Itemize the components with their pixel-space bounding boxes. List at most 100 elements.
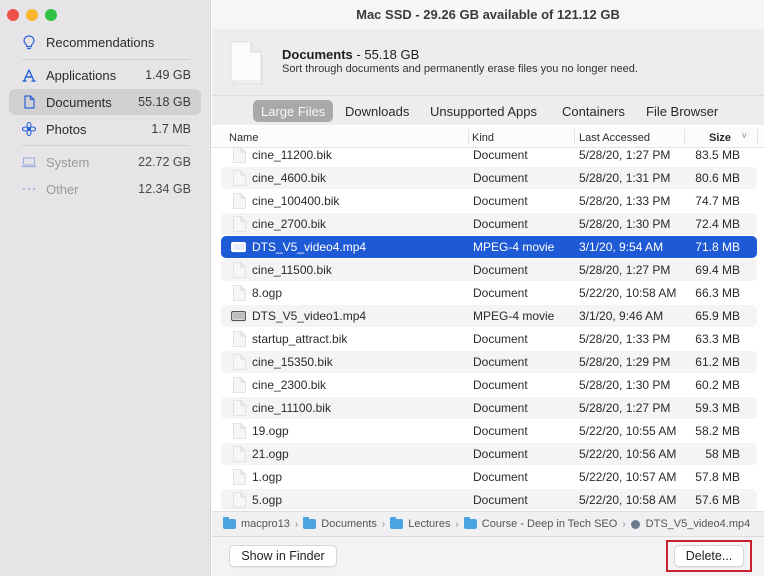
file-size: 71.8 MB <box>695 240 740 254</box>
sidebar-item-label: Documents <box>46 94 112 110</box>
file-size: 61.2 MB <box>695 355 740 369</box>
file-last-accessed: 5/22/20, 10:55 AM <box>579 424 677 438</box>
column-header-name[interactable]: Name <box>229 132 258 144</box>
delete-button[interactable]: Delete... <box>674 545 744 567</box>
path-crumb[interactable]: Lectures <box>390 517 450 530</box>
path-crumb[interactable]: Course - Deep in Tech SEO <box>463 517 617 530</box>
table-row[interactable]: 8.ogp Document 5/22/20, 10:58 AM 66.3 MB <box>221 282 757 304</box>
document-file-icon <box>233 354 246 370</box>
file-kind: Document <box>473 148 528 162</box>
folder-icon <box>463 517 477 529</box>
close-window-button[interactable] <box>7 9 19 21</box>
document-file-icon <box>233 170 246 186</box>
sidebar-divider <box>22 145 190 146</box>
table-row[interactable]: 19.ogp Document 5/22/20, 10:55 AM 58.2 MB <box>221 420 757 442</box>
sidebar-item-applications[interactable]: Applications 1.49 GB <box>9 62 201 88</box>
file-size: 57.6 MB <box>695 493 740 507</box>
document-file-icon <box>233 216 246 232</box>
sidebar-item-other[interactable]: Other 12.34 GB <box>9 176 201 202</box>
file-kind: Document <box>473 355 528 369</box>
document-file-icon <box>233 400 246 416</box>
table-header: Name Kind Last Accessed Size ∨ <box>212 126 764 148</box>
sidebar: Recommendations Applications 1.49 GB Doc… <box>0 0 211 576</box>
tab-large-files[interactable]: Large Files <box>253 100 334 122</box>
table-row[interactable]: cine_15350.bik Document 5/28/20, 1:29 PM 61… <box>221 351 757 373</box>
applications-icon <box>19 68 39 82</box>
main-panel: Mac SSD - 29.26 GB available of 121.12 G… <box>212 0 764 576</box>
tab-containers[interactable]: Containers <box>554 100 633 122</box>
sort-descending-icon[interactable]: ∨ <box>741 130 748 141</box>
path-crumb[interactable]: macpro13 <box>223 517 290 530</box>
table-row[interactable]: 5.ogp Document 5/22/20, 10:58 AM 57.6 MB <box>221 489 757 510</box>
column-divider[interactable] <box>684 129 685 145</box>
show-in-finder-button[interactable]: Show in Finder <box>229 545 337 567</box>
table-row[interactable]: 1.ogp Document 5/22/20, 10:57 AM 57.8 MB <box>221 466 757 488</box>
file-size: 58.2 MB <box>695 424 740 438</box>
file-size: 60.2 MB <box>695 378 740 392</box>
file-kind: Document <box>473 286 528 300</box>
sidebar-item-label: System <box>46 154 90 170</box>
minimize-window-button[interactable] <box>26 9 38 21</box>
file-name: 1.ogp <box>252 470 283 484</box>
home-folder-icon <box>223 517 236 529</box>
column-header-size[interactable]: Size <box>709 132 731 144</box>
table-row[interactable]: cine_100400.bik Document 5/28/20, 1:33 PM 7… <box>221 190 757 212</box>
column-header-last-accessed[interactable]: Last Accessed <box>579 132 650 144</box>
file-kind: Document <box>473 378 528 392</box>
table-row[interactable]: cine_11100.bik Document 5/28/20, 1:27 PM 59… <box>221 397 757 419</box>
category-header: Documents - 55.18 GB Sort through docume… <box>212 29 764 95</box>
tab-file-browser[interactable]: File Browser <box>638 100 726 122</box>
table-row[interactable]: DTS_V5_video1.mp4 MPEG-4 movie 3/1/20, 9:4… <box>221 305 757 327</box>
file-last-accessed: 5/28/20, 1:30 PM <box>579 378 671 392</box>
file-kind: Document <box>473 332 528 346</box>
sidebar-item-system[interactable]: System 22.72 GB <box>9 149 201 175</box>
path-crumb[interactable]: DTS_V5_video4.mp4 <box>630 518 751 530</box>
column-divider <box>757 129 758 145</box>
sidebar-item-size: 1.49 GB <box>145 68 191 82</box>
laptop-icon <box>19 156 39 168</box>
table-row[interactable]: cine_11500.bik Document 5/28/20, 1:27 PM 69… <box>221 259 757 281</box>
file-size: 63.3 MB <box>695 332 740 346</box>
table-row[interactable]: startup_attract.bik Document 5/28/20, 1:33… <box>221 328 757 350</box>
document-file-icon <box>233 446 246 462</box>
tab-downloads[interactable]: Downloads <box>337 100 417 122</box>
zoom-window-button[interactable] <box>45 9 57 21</box>
file-list[interactable]: cine_11200.bik Document 5/28/20, 1:27 PM 83… <box>212 148 764 510</box>
table-row[interactable]: cine_11200.bik Document 5/28/20, 1:27 PM 83… <box>221 148 757 166</box>
folder-icon <box>390 517 404 529</box>
sidebar-item-label: Applications <box>46 67 117 83</box>
path-crumb-label: DTS_V5_video4.mp4 <box>645 518 751 530</box>
table-row-selected[interactable]: DTS_V5_video4.mp4 MPEG-4 movie 3/1/20, 9:5… <box>221 236 757 258</box>
file-last-accessed: 3/1/20, 9:46 AM <box>579 309 664 323</box>
file-size: 65.9 MB <box>695 309 740 323</box>
file-last-accessed: 5/28/20, 1:27 PM <box>579 401 671 415</box>
table-row[interactable]: cine_2300.bik Document 5/28/20, 1:30 PM 60.… <box>221 374 757 396</box>
file-size: 59.3 MB <box>695 401 740 415</box>
table-row[interactable]: cine_2700.bik Document 5/28/20, 1:30 PM 72.… <box>221 213 757 235</box>
table-row[interactable]: cine_4600.bik Document 5/28/20, 1:31 PM 80.… <box>221 167 757 189</box>
document-file-icon <box>233 193 246 209</box>
column-divider[interactable] <box>574 129 575 145</box>
tab-unsupported-apps[interactable]: Unsupported Apps <box>422 100 545 122</box>
path-crumb[interactable]: Documents <box>303 517 377 530</box>
column-header-kind[interactable]: Kind <box>472 132 494 144</box>
file-kind: Document <box>473 263 528 277</box>
document-file-icon <box>233 148 246 163</box>
file-size: 72.4 MB <box>695 217 740 231</box>
sidebar-item-label: Recommendations <box>46 34 155 50</box>
file-name: cine_15350.bik <box>252 355 333 369</box>
sidebar-item-documents[interactable]: Documents 55.18 GB <box>9 89 201 115</box>
sidebar-item-recommendations[interactable]: Recommendations <box>9 29 201 55</box>
file-name: 8.ogp <box>252 286 283 300</box>
file-name: DTS_V5_video4.mp4 <box>252 240 367 254</box>
category-description: Sort through documents and permanently e… <box>282 63 638 75</box>
table-row[interactable]: 21.ogp Document 5/22/20, 10:56 AM 58 MB <box>221 443 757 465</box>
folder-icon <box>303 517 317 529</box>
document-file-icon <box>233 262 246 278</box>
column-divider[interactable] <box>468 129 469 145</box>
sidebar-item-photos[interactable]: Photos 1.7 MB <box>9 116 201 142</box>
video-file-icon <box>231 241 246 257</box>
file-name: cine_4600.bik <box>252 171 327 185</box>
file-last-accessed: 5/28/20, 1:33 PM <box>579 332 671 346</box>
path-crumb-label: macpro13 <box>241 518 290 530</box>
